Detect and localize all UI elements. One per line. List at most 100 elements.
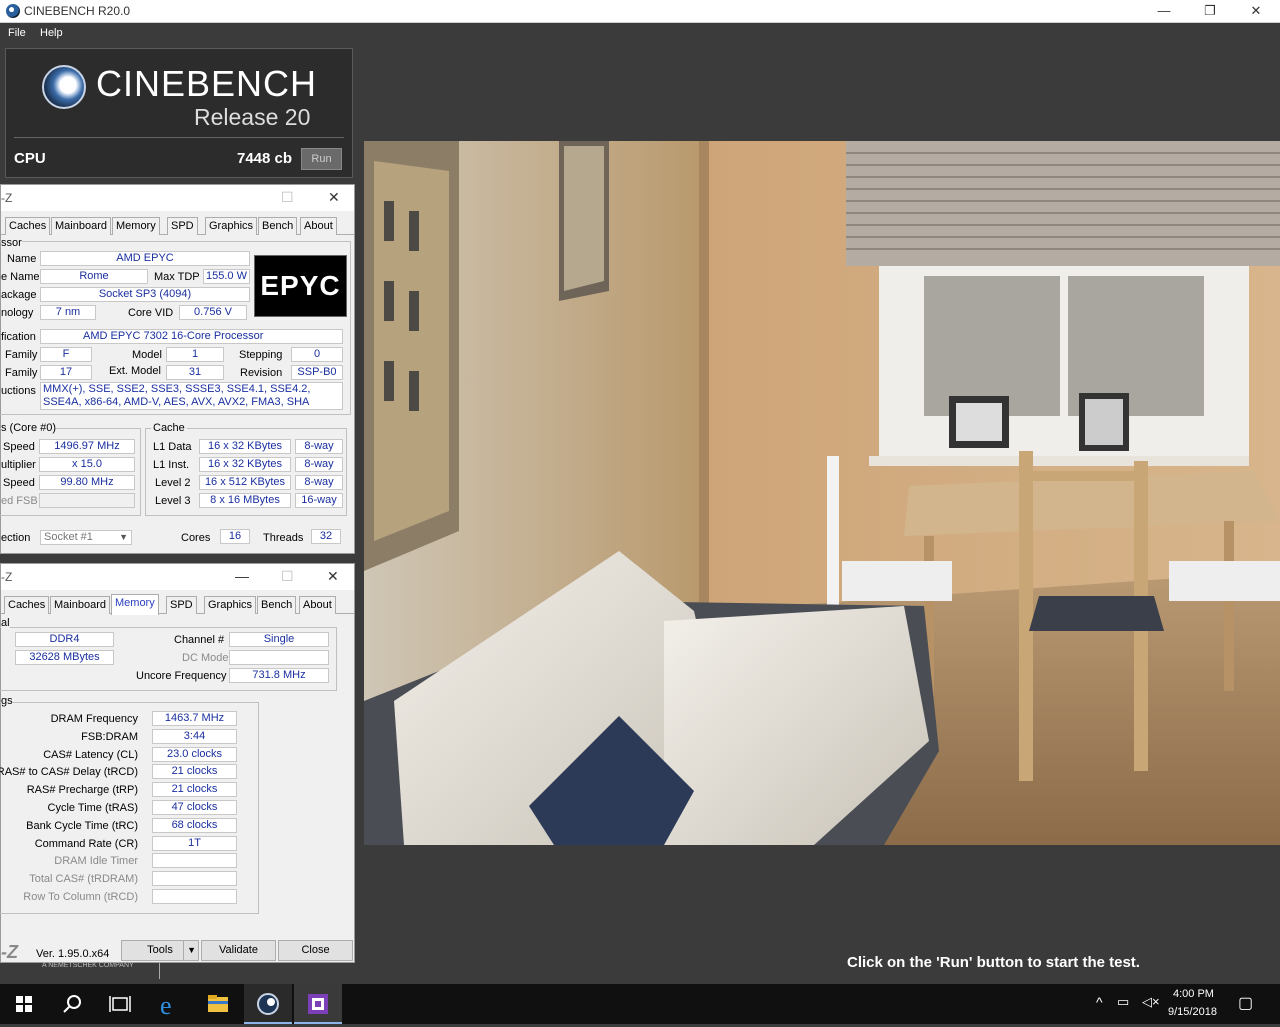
maxtdp-label: Max TDP <box>154 271 200 283</box>
cpuz-cpu-window: -Z ☐ ✕ Caches Mainboard Memory SPD Graph… <box>0 184 355 554</box>
stepping-label: Stepping <box>239 349 283 361</box>
search-button[interactable] <box>48 984 96 1024</box>
threads-field: 32 <box>311 529 341 544</box>
restore-button[interactable]: ❐ <box>1187 0 1233 23</box>
timing-value: 47 clocks <box>152 800 237 815</box>
minimize-icon[interactable]: — <box>235 568 249 584</box>
close-button[interactable]: ✕ <box>1233 0 1279 23</box>
cpuz-title: -Z <box>1 191 13 205</box>
core-speed-label: Speed <box>3 441 35 453</box>
codename-label: e Name <box>1 271 40 283</box>
validate-button[interactable]: Validate <box>201 940 276 961</box>
menu-help[interactable]: Help <box>40 27 63 39</box>
tools-button[interactable]: Tools ▼ <box>121 940 199 961</box>
model-label: Model <box>132 349 162 361</box>
cinebench-taskbar-button[interactable] <box>244 984 292 1024</box>
l1d-size: 16 x 32 KBytes <box>199 439 291 454</box>
clocks-group-label: s (Core #0) <box>1 422 57 434</box>
selection-label: ection <box>1 532 31 544</box>
tab-graphics[interactable]: Graphics <box>204 596 257 614</box>
chevron-down-icon: ▼ <box>183 941 196 960</box>
show-hidden-icons[interactable]: ^ <box>1096 994 1103 1010</box>
tools-label: Tools <box>147 944 173 956</box>
close-button[interactable]: Close <box>278 940 353 961</box>
tab-spd[interactable]: SPD <box>167 217 198 235</box>
task-view-button[interactable] <box>96 984 144 1024</box>
timing-value: 3:44 <box>152 729 237 744</box>
cache-group-label: Cache <box>151 422 187 434</box>
channel-field: Single <box>229 632 329 647</box>
notifications-icon[interactable]: ▢ <box>1238 993 1253 1013</box>
divider <box>159 963 160 979</box>
minimize-button[interactable]: — <box>1141 0 1187 23</box>
cinebench-icon <box>257 993 279 1015</box>
tab-spd[interactable]: SPD <box>166 596 197 614</box>
bus-speed-field: 99.80 MHz <box>39 475 135 490</box>
network-icon[interactable]: ▭ <box>1117 994 1129 1010</box>
timing-value: 21 clocks <box>152 782 237 797</box>
menu-file[interactable]: File <box>8 27 26 39</box>
codename-field: Rome <box>40 269 148 284</box>
timing-label: Cycle Time (tRAS) <box>47 802 138 814</box>
start-button[interactable] <box>0 984 48 1024</box>
cinebench-logo-icon <box>42 65 86 109</box>
memory-size-field: 32628 MBytes <box>15 650 114 665</box>
uncore-label: Uncore Frequency <box>136 670 227 682</box>
l2-label: Level 2 <box>155 477 191 489</box>
status-message: Click on the 'Run' button to start the t… <box>847 954 1140 971</box>
corevid-field: 0.756 V <box>179 305 247 320</box>
timing-label: Command Rate (CR) <box>34 838 138 850</box>
chevron-down-icon: ▼ <box>119 532 128 542</box>
timing-label: Bank Cycle Time (tRC) <box>26 820 138 832</box>
clock-date[interactable]: 9/15/2018 <box>1168 1006 1217 1018</box>
tab-about[interactable]: About <box>300 217 337 235</box>
cores-field: 16 <box>220 529 250 544</box>
cpuz-chip-icon <box>308 994 328 1014</box>
rated-fsb-label: ed FSB <box>1 495 38 507</box>
tab-caches[interactable]: Caches <box>4 596 50 614</box>
maximize-icon[interactable]: ☐ <box>281 189 294 206</box>
package-field: Socket SP3 (4094) <box>40 287 250 302</box>
l1i-way: 8-way <box>295 457 343 472</box>
tab-mainboard[interactable]: Mainboard <box>51 217 111 235</box>
threads-label: Threads <box>263 532 304 544</box>
technology-label: nology <box>1 307 34 319</box>
file-explorer-button[interactable] <box>194 984 242 1024</box>
tab-caches[interactable]: Caches <box>5 217 51 235</box>
maximize-icon[interactable]: ☐ <box>281 568 294 585</box>
menu-bar: File Help <box>0 24 1280 44</box>
window-title: CINEBENCH R20.0 <box>24 4 131 18</box>
tab-memory[interactable]: Memory <box>112 217 160 235</box>
divider <box>14 137 344 138</box>
run-button[interactable]: Run <box>301 148 342 170</box>
l1i-label: L1 Inst. <box>153 459 190 471</box>
tab-mainboard[interactable]: Mainboard <box>50 596 110 614</box>
cpuz-brand: -Z <box>1 942 18 962</box>
close-icon[interactable]: ✕ <box>327 568 339 585</box>
windows-icon <box>16 996 32 1012</box>
socket-select[interactable]: Socket #1 ▼ <box>40 530 132 545</box>
rated-fsb-field <box>39 493 135 508</box>
tab-graphics[interactable]: Graphics <box>205 217 258 235</box>
cpu-score: 7448 cb <box>237 150 293 167</box>
close-icon[interactable]: ✕ <box>328 189 340 206</box>
timing-label: Total CAS# (tRDRAM) <box>29 873 138 885</box>
tab-memory[interactable]: Memory <box>111 594 159 615</box>
tab-about[interactable]: About <box>299 596 336 614</box>
name-field: AMD EPYC <box>40 251 250 266</box>
cpuz-memory-window: -Z — ☐ ✕ Caches Mainboard Memory SPD Gra… <box>0 563 355 963</box>
cpuz-taskbar-button[interactable] <box>294 984 342 1024</box>
spec-label: fication <box>1 331 36 343</box>
timing-value <box>152 889 237 904</box>
l1i-size: 16 x 32 KBytes <box>199 457 291 472</box>
clock-time[interactable]: 4:00 PM <box>1173 988 1214 1000</box>
tab-bench[interactable]: Bench <box>258 217 298 235</box>
instructions-field: MMX(+), SSE, SSE2, SSE3, SSSE3, SSE4.1, … <box>40 382 343 410</box>
socket-select-value: Socket #1 <box>44 531 93 543</box>
memory-type-field: DDR4 <box>15 632 114 647</box>
tab-bench[interactable]: Bench <box>257 596 297 614</box>
edge-button[interactable]: e <box>146 984 194 1024</box>
cpuz-title-bar: -Z — ☐ ✕ <box>1 564 354 590</box>
bus-speed-label: Speed <box>3 477 35 489</box>
volume-icon[interactable]: ◁× <box>1142 994 1160 1010</box>
